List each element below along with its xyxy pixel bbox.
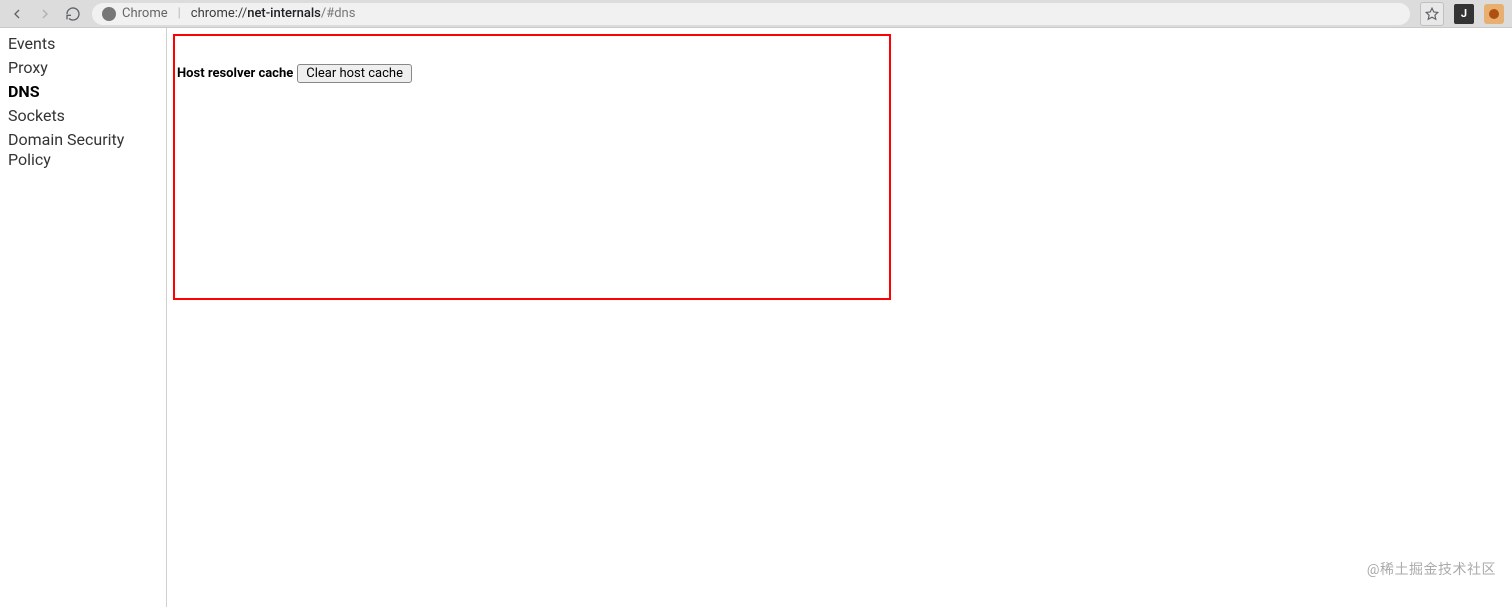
back-button[interactable] <box>8 5 26 23</box>
url-host-strong: net-internals <box>247 6 321 21</box>
watermark-text: @稀土掘金技术社区 <box>1367 559 1496 579</box>
clear-host-cache-button[interactable]: Clear host cache <box>297 64 412 83</box>
url-text: chrome://net-internals/#dns <box>191 6 356 21</box>
site-info-icon[interactable] <box>102 7 116 21</box>
host-resolver-row: Host resolver cache Clear host cache <box>175 64 889 83</box>
content-area: Host resolver cache Clear host cache <box>167 28 1512 607</box>
reload-button[interactable] <box>64 5 82 23</box>
page-body: Events Proxy DNS Sockets Domain Security… <box>0 28 1512 607</box>
url-scheme: chrome:// <box>191 6 247 21</box>
sidebar-item-proxy[interactable]: Proxy <box>0 56 166 80</box>
sidebar-item-events[interactable]: Events <box>0 32 166 56</box>
highlight-annotation-box: Host resolver cache Clear host cache <box>173 34 891 300</box>
url-separator: | <box>178 6 181 21</box>
bookmark-star-button[interactable] <box>1420 2 1444 26</box>
url-origin-label: Chrome <box>122 6 168 21</box>
forward-button[interactable] <box>36 5 54 23</box>
sidebar-item-domain-security-policy[interactable]: Domain Security Policy <box>0 128 166 172</box>
address-bar[interactable]: Chrome | chrome://net-internals/#dns <box>92 3 1410 25</box>
extension-icon[interactable] <box>1484 4 1504 24</box>
sidebar-item-dns[interactable]: DNS <box>0 80 166 104</box>
sidebar: Events Proxy DNS Sockets Domain Security… <box>0 28 167 607</box>
host-resolver-cache-label: Host resolver cache <box>177 66 293 81</box>
browser-toolbar: Chrome | chrome://net-internals/#dns J <box>0 0 1512 28</box>
sidebar-item-sockets[interactable]: Sockets <box>0 104 166 128</box>
url-hash: /#dns <box>321 6 356 21</box>
extension-badge[interactable]: J <box>1454 4 1474 24</box>
